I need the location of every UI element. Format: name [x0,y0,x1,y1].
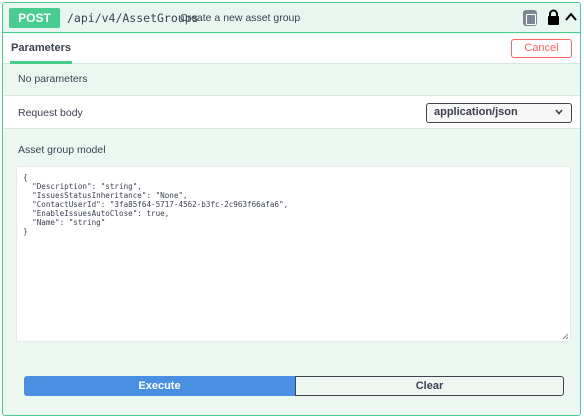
chevron-up-icon[interactable] [564,11,578,23]
http-method-badge: POST [9,8,60,28]
request-body-row: Request body application/json [3,95,580,129]
content-type-select[interactable]: application/json [426,103,572,123]
tab-parameters[interactable]: Parameters [10,34,72,64]
execute-button[interactable]: Execute [24,376,295,396]
operation-summary[interactable]: POST /api/v4/AssetGroups Create a new as… [3,3,580,33]
cancel-button[interactable]: Cancel [511,39,572,58]
operation-block: POST /api/v4/AssetGroups Create a new as… [2,2,581,416]
operation-description: Create a new asset group [180,12,301,24]
content-type-value: application/json [434,106,518,118]
request-body-label: Request body [18,107,83,119]
request-body-editor[interactable]: { "Description": "string", "IssuesStatus… [16,166,571,342]
lock-icon[interactable] [547,9,560,26]
clear-button[interactable]: Clear [295,376,564,396]
endpoint-path: /api/v4/AssetGroups [67,11,199,25]
chevron-down-icon [555,109,563,115]
resize-handle-icon[interactable] [562,333,569,340]
action-buttons: Execute Clear [24,376,564,396]
model-label: Asset group model [18,144,106,156]
copy-icon[interactable] [523,10,537,26]
request-body-json[interactable]: { "Description": "string", "IssuesStatus… [23,173,288,236]
no-parameters-text: No parameters [18,73,88,85]
tab-bar: Parameters Cancel [3,34,580,64]
